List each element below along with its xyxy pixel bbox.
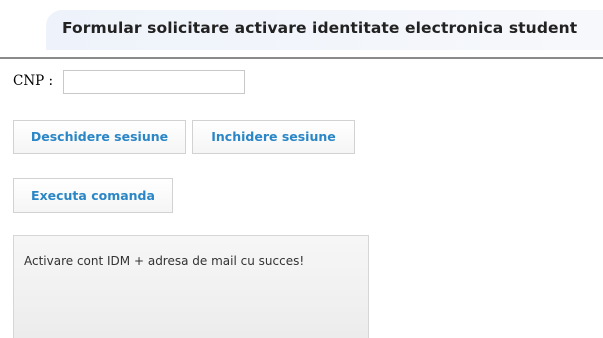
result-panel: Activare cont IDM + adresa de mail cu su… <box>13 235 369 338</box>
cnp-input[interactable] <box>63 70 245 94</box>
result-message: Activare cont IDM + adresa de mail cu su… <box>24 254 305 268</box>
header-divider <box>0 57 603 59</box>
cnp-label: CNP : <box>13 73 54 89</box>
open-session-button[interactable]: Deschidere sesiune <box>13 120 186 154</box>
execute-command-button[interactable]: Executa comanda <box>13 178 173 213</box>
close-session-button[interactable]: Inchidere sesiune <box>192 120 355 154</box>
page: Formular solicitare activare identitate … <box>0 0 603 338</box>
page-title: Formular solicitare activare identitate … <box>62 19 578 37</box>
